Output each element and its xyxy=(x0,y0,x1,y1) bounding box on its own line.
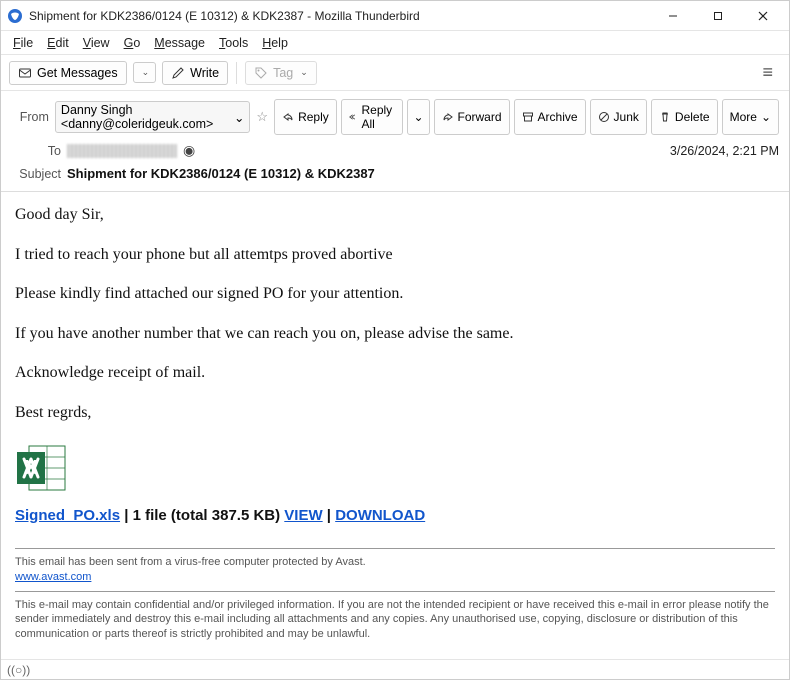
menu-go[interactable]: Go xyxy=(118,34,147,52)
reply-all-button[interactable]: Reply All xyxy=(341,99,404,135)
delete-label: Delete xyxy=(675,110,710,124)
junk-button[interactable]: Junk xyxy=(590,99,647,135)
subject-value: Shipment for KDK2386/0124 (E 10312) & KD… xyxy=(67,166,375,181)
menu-tools[interactable]: Tools xyxy=(213,34,254,52)
attachment-filename-link[interactable]: Signed_PO.xls xyxy=(15,507,120,524)
reply-label: Reply xyxy=(298,110,329,124)
star-icon[interactable]: ☆ xyxy=(256,109,268,125)
attachment-meta: | 1 file (total 387.5 KB) xyxy=(120,507,284,524)
svg-text:X: X xyxy=(24,457,38,479)
menu-bar: File Edit View Go Message Tools Help xyxy=(1,31,789,55)
tag-button[interactable]: Tag ⌄ xyxy=(245,61,317,85)
message-date: 3/26/2024, 2:21 PM xyxy=(670,144,779,158)
forward-label: Forward xyxy=(458,110,502,124)
attachment-view-link[interactable]: VIEW xyxy=(284,507,322,524)
inbox-icon xyxy=(18,66,32,80)
contact-icon[interactable]: ◉ xyxy=(183,142,195,159)
forward-icon xyxy=(442,111,454,123)
from-label: From xyxy=(11,110,49,124)
maximize-button[interactable] xyxy=(695,1,740,31)
close-button[interactable] xyxy=(740,1,785,31)
forward-button[interactable]: Forward xyxy=(434,99,510,135)
body-paragraph: Please kindly find attached our signed P… xyxy=(15,283,775,305)
title-bar: Shipment for KDK2386/0124 (E 10312) & KD… xyxy=(1,1,789,31)
reply-all-icon xyxy=(349,111,358,123)
write-button[interactable]: Write xyxy=(162,61,228,85)
menu-edit[interactable]: Edit xyxy=(41,34,75,52)
footer-disclaimer: This e-mail may contain confidential and… xyxy=(1,598,789,643)
body-paragraph: Best regrds, xyxy=(15,402,775,424)
more-label: More xyxy=(730,110,757,124)
more-button[interactable]: More⌄ xyxy=(722,99,779,135)
toolbar-separator xyxy=(236,62,237,84)
reply-button[interactable]: Reply xyxy=(274,99,337,135)
menu-file[interactable]: File xyxy=(7,34,39,52)
menu-help[interactable]: Help xyxy=(256,34,294,52)
footer-divider xyxy=(15,548,775,549)
subject-label: Subject xyxy=(11,167,61,181)
reply-all-dropdown[interactable]: ⌄ xyxy=(407,99,429,135)
get-messages-dropdown[interactable]: ⌄ xyxy=(133,62,157,83)
body-paragraph: Acknowledge receipt of mail. xyxy=(15,362,775,384)
to-label: To xyxy=(11,144,61,158)
menu-view[interactable]: View xyxy=(77,34,116,52)
archive-icon xyxy=(522,111,534,123)
write-label: Write xyxy=(190,66,219,80)
get-messages-label: Get Messages xyxy=(37,66,118,80)
get-messages-button[interactable]: Get Messages xyxy=(9,61,127,85)
junk-icon xyxy=(598,111,610,123)
body-paragraph: If you have another number that we can r… xyxy=(15,323,775,345)
message-body: Good day Sir, I tried to reach your phon… xyxy=(1,192,789,542)
archive-button[interactable]: Archive xyxy=(514,99,586,135)
chevron-down-icon: ⌄ xyxy=(234,110,244,125)
avast-text: This email has been sent from a virus-fr… xyxy=(15,556,366,568)
pencil-icon xyxy=(171,66,185,80)
delete-button[interactable]: Delete xyxy=(651,99,718,135)
main-toolbar: Get Messages ⌄ Write Tag ⌄ ≡ xyxy=(1,55,789,91)
from-value: Danny Singh <danny@coleridgeuk.com> xyxy=(61,103,230,131)
from-pill[interactable]: Danny Singh <danny@coleridgeuk.com> ⌄ xyxy=(55,101,251,133)
footer-avast: This email has been sent from a virus-fr… xyxy=(1,555,789,585)
archive-label: Archive xyxy=(538,110,578,124)
footer-divider-2 xyxy=(15,591,775,592)
window-title: Shipment for KDK2386/0124 (E 10312) & KD… xyxy=(29,9,650,23)
attachment-download-link[interactable]: DOWNLOAD xyxy=(335,507,425,524)
excel-file-icon: X xyxy=(15,442,67,494)
avast-link[interactable]: www.avast.com xyxy=(15,571,91,583)
junk-label: Junk xyxy=(614,110,639,124)
attachment-line: Signed_PO.xls | 1 file (total 387.5 KB) … xyxy=(15,506,775,526)
message-actions: Reply Reply All ⌄ Forward Archive Junk D… xyxy=(274,99,779,135)
sync-icon[interactable]: ((○)) xyxy=(7,663,30,677)
reply-icon xyxy=(282,111,294,123)
minimize-button[interactable] xyxy=(650,1,695,31)
message-header: From Danny Singh <danny@coleridgeuk.com>… xyxy=(1,91,789,192)
status-bar: ((○)) xyxy=(1,659,789,679)
reply-all-label: Reply All xyxy=(362,103,396,131)
thunderbird-icon xyxy=(7,8,23,24)
body-paragraph: Good day Sir, xyxy=(15,204,775,226)
menu-message[interactable]: Message xyxy=(148,34,211,52)
to-value-redacted xyxy=(67,144,177,158)
body-paragraph: I tried to reach your phone but all atte… xyxy=(15,244,775,266)
app-menu-button[interactable]: ≡ xyxy=(754,58,781,87)
trash-icon xyxy=(659,111,671,123)
attachment-sep: | xyxy=(323,507,336,524)
tag-label: Tag xyxy=(273,66,293,80)
tag-icon xyxy=(254,66,268,80)
